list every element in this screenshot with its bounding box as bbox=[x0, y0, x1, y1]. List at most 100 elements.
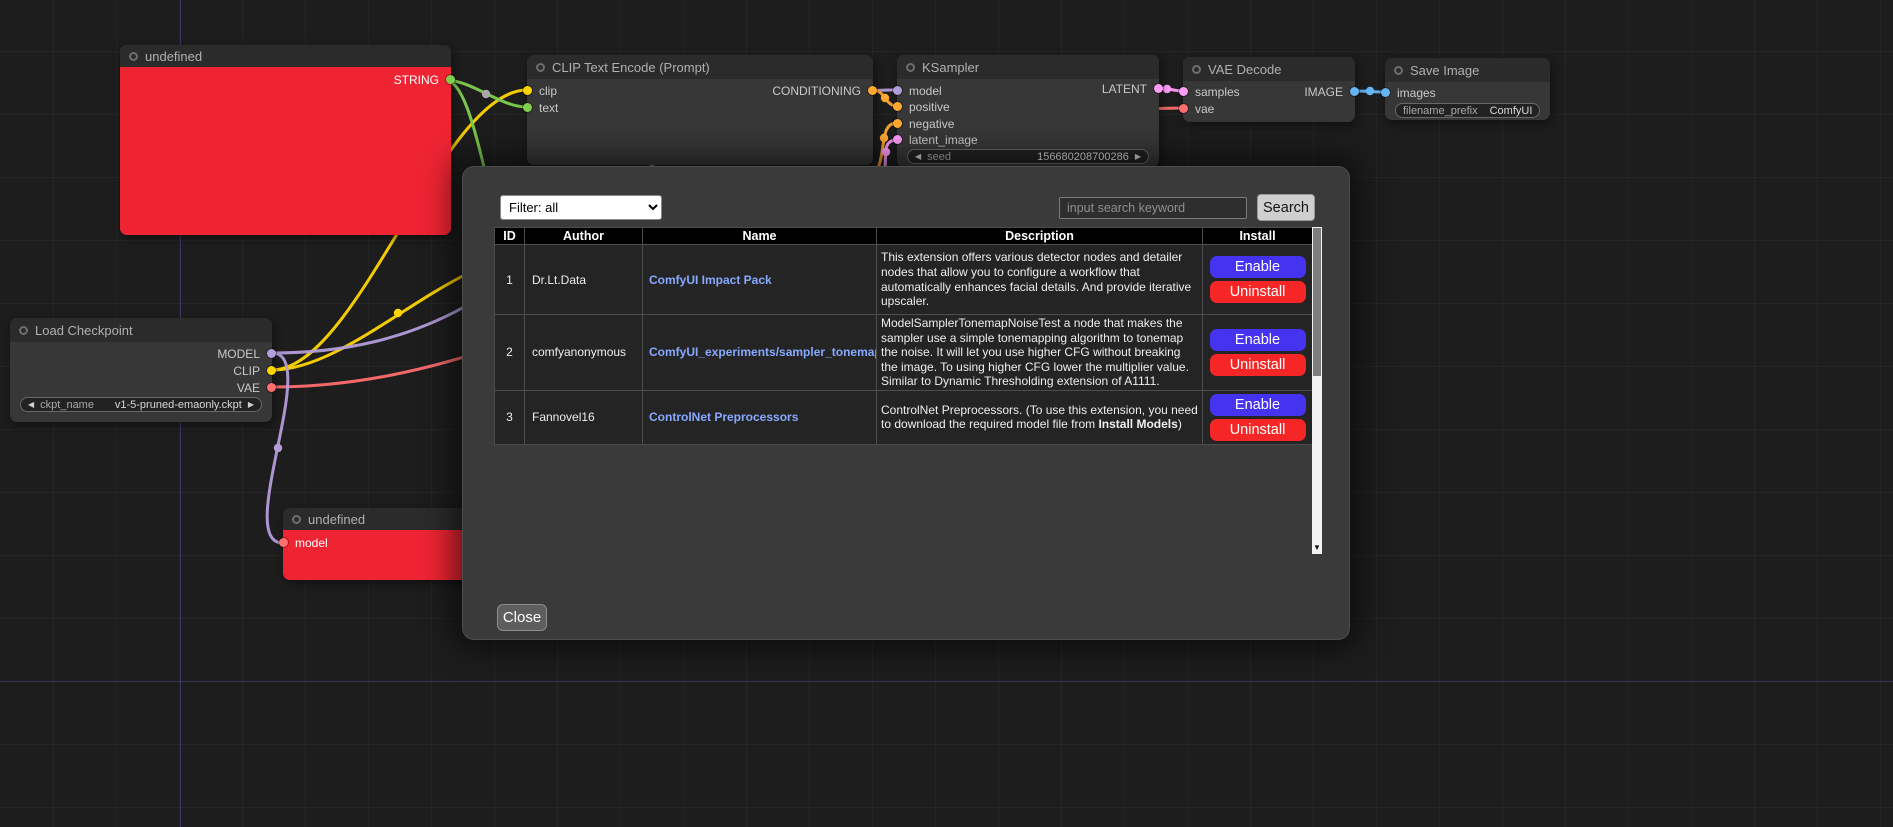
input-port-model[interactable]: model bbox=[283, 534, 483, 551]
port-label: latent_image bbox=[909, 133, 978, 147]
description-text: ModelSamplerTonemapNoiseTest a node that… bbox=[881, 316, 1189, 388]
port-dot[interactable] bbox=[446, 75, 455, 84]
table-scrollbar[interactable]: ▼ bbox=[1312, 227, 1322, 554]
filter-dropdown[interactable]: Filter: all bbox=[500, 195, 662, 220]
port-label: positive bbox=[909, 100, 950, 114]
collapse-dot-icon[interactable] bbox=[906, 63, 915, 72]
node-clip-text-encode[interactable]: CLIP Text Encode (Prompt) clip CONDITION… bbox=[527, 55, 873, 165]
col-header-name: Name bbox=[643, 228, 877, 245]
uninstall-button[interactable]: Uninstall bbox=[1210, 281, 1306, 303]
port-label: negative bbox=[909, 117, 954, 131]
output-port-string[interactable]: STRING bbox=[120, 71, 451, 88]
cell-install: Enable Uninstall bbox=[1203, 245, 1313, 315]
node-header[interactable]: KSampler bbox=[897, 55, 1159, 79]
extension-link[interactable]: ComfyUI_experiments/sampler_tonemap bbox=[649, 345, 877, 359]
output-port-image[interactable]: IMAGE bbox=[1183, 83, 1355, 100]
port-dot[interactable] bbox=[267, 349, 276, 358]
port-dot[interactable] bbox=[1381, 88, 1390, 97]
node-title: Load Checkpoint bbox=[35, 323, 133, 338]
custom-nodes-manager-dialog: Filter: all Search ID Author Name Descri… bbox=[462, 166, 1350, 640]
node-header[interactable]: Save Image bbox=[1385, 58, 1550, 82]
description-bold-text: Install Models bbox=[1098, 417, 1177, 431]
port-dot[interactable] bbox=[523, 103, 532, 112]
col-header-id: ID bbox=[495, 228, 525, 245]
close-button[interactable]: Close bbox=[497, 604, 547, 631]
cell-description: This extension offers various detector n… bbox=[877, 245, 1203, 315]
widget-label: seed bbox=[927, 151, 951, 163]
output-port-model[interactable]: MODEL bbox=[10, 345, 272, 362]
port-dot[interactable] bbox=[279, 538, 288, 547]
output-port-latent[interactable]: LATENT bbox=[897, 80, 1159, 97]
collapse-dot-icon[interactable] bbox=[536, 63, 545, 72]
cell-description: ControlNet Preprocessors. (To use this e… bbox=[877, 390, 1203, 444]
input-port-text[interactable]: text bbox=[527, 99, 873, 116]
left-arrow-icon[interactable]: ◀ bbox=[28, 401, 34, 409]
input-port-latent-image[interactable]: latent_image bbox=[897, 131, 1159, 148]
port-label: vae bbox=[1195, 102, 1214, 116]
port-dot[interactable] bbox=[267, 383, 276, 392]
node-header[interactable]: undefined bbox=[283, 508, 483, 530]
left-arrow-icon[interactable]: ◀ bbox=[915, 153, 921, 161]
scrollbar-thumb[interactable] bbox=[1313, 228, 1321, 376]
search-input[interactable] bbox=[1059, 197, 1247, 219]
port-dot[interactable] bbox=[893, 119, 902, 128]
col-header-description: Description bbox=[877, 228, 1203, 245]
cell-install: Enable Uninstall bbox=[1203, 315, 1313, 391]
node-title: VAE Decode bbox=[1208, 62, 1281, 77]
ckpt-name-widget[interactable]: ◀ ckpt_name v1-5-pruned-emaonly.ckpt ▶ bbox=[20, 397, 262, 412]
node-title: CLIP Text Encode (Prompt) bbox=[552, 60, 710, 75]
node-vae-decode[interactable]: VAE Decode samples IMAGE vae bbox=[1183, 57, 1355, 122]
collapse-dot-icon[interactable] bbox=[129, 52, 138, 61]
node-header[interactable]: undefined bbox=[120, 45, 451, 67]
extension-link[interactable]: ComfyUI Impact Pack bbox=[649, 273, 772, 287]
node-load-checkpoint[interactable]: Load Checkpoint MODEL CLIP VAE ◀ ckpt_na… bbox=[10, 318, 272, 422]
cell-install: Enable Uninstall bbox=[1203, 390, 1313, 444]
uninstall-button[interactable]: Uninstall bbox=[1210, 419, 1306, 441]
node-ksampler[interactable]: KSampler model LATENT positive negative … bbox=[897, 55, 1159, 167]
port-dot[interactable] bbox=[1350, 87, 1359, 96]
node-undefined-top[interactable]: undefined STRING bbox=[120, 45, 451, 235]
node-header[interactable]: Load Checkpoint bbox=[10, 318, 272, 342]
port-dot[interactable] bbox=[868, 86, 877, 95]
right-arrow-icon[interactable]: ▶ bbox=[248, 401, 254, 409]
output-port-vae[interactable]: VAE bbox=[10, 379, 272, 396]
seed-widget[interactable]: ◀ seed 156680208700286 ▶ bbox=[907, 149, 1149, 164]
enable-button[interactable]: Enable bbox=[1210, 256, 1306, 278]
port-dot[interactable] bbox=[267, 366, 276, 375]
collapse-dot-icon[interactable] bbox=[1192, 65, 1201, 74]
scrollbar-down-arrow-icon[interactable]: ▼ bbox=[1312, 542, 1322, 554]
search-button[interactable]: Search bbox=[1257, 194, 1315, 221]
output-port-clip[interactable]: CLIP bbox=[10, 362, 272, 379]
output-port-conditioning[interactable]: CONDITIONING bbox=[527, 82, 873, 99]
uninstall-button[interactable]: Uninstall bbox=[1210, 354, 1306, 376]
link-midpoint-dot bbox=[881, 94, 889, 102]
collapse-dot-icon[interactable] bbox=[292, 515, 301, 524]
collapse-dot-icon[interactable] bbox=[1394, 66, 1403, 75]
node-header[interactable]: VAE Decode bbox=[1183, 57, 1355, 81]
link-midpoint-dot bbox=[482, 90, 490, 98]
widget-value: ComfyUI bbox=[1490, 105, 1533, 117]
enable-button[interactable]: Enable bbox=[1210, 394, 1306, 416]
right-arrow-icon[interactable]: ▶ bbox=[1135, 153, 1141, 161]
cell-description: ModelSamplerTonemapNoiseTest a node that… bbox=[877, 315, 1203, 391]
port-dot[interactable] bbox=[893, 102, 902, 111]
port-dot[interactable] bbox=[893, 135, 902, 144]
widget-label: filename_prefix bbox=[1403, 105, 1478, 117]
node-undefined-bottom[interactable]: undefined model bbox=[283, 508, 483, 580]
table-header-row: ID Author Name Description Install bbox=[495, 228, 1313, 245]
extension-link[interactable]: ControlNet Preprocessors bbox=[649, 410, 798, 424]
collapse-dot-icon[interactable] bbox=[19, 326, 28, 335]
port-dot[interactable] bbox=[1179, 104, 1188, 113]
widget-value: v1-5-pruned-emaonly.ckpt bbox=[115, 399, 242, 411]
node-save-image[interactable]: Save Image images filename_prefix ComfyU… bbox=[1385, 58, 1550, 120]
cell-author: Fannovel16 bbox=[525, 390, 643, 444]
node-header[interactable]: CLIP Text Encode (Prompt) bbox=[527, 55, 873, 79]
input-port-negative[interactable]: negative bbox=[897, 115, 1159, 132]
enable-button[interactable]: Enable bbox=[1210, 329, 1306, 351]
node-title: undefined bbox=[145, 49, 202, 64]
port-dot[interactable] bbox=[1154, 84, 1163, 93]
input-port-images[interactable]: images bbox=[1385, 84, 1550, 101]
input-port-vae[interactable]: vae bbox=[1183, 100, 1355, 117]
input-port-positive[interactable]: positive bbox=[897, 98, 1159, 115]
filename-prefix-widget[interactable]: filename_prefix ComfyUI bbox=[1395, 103, 1540, 118]
